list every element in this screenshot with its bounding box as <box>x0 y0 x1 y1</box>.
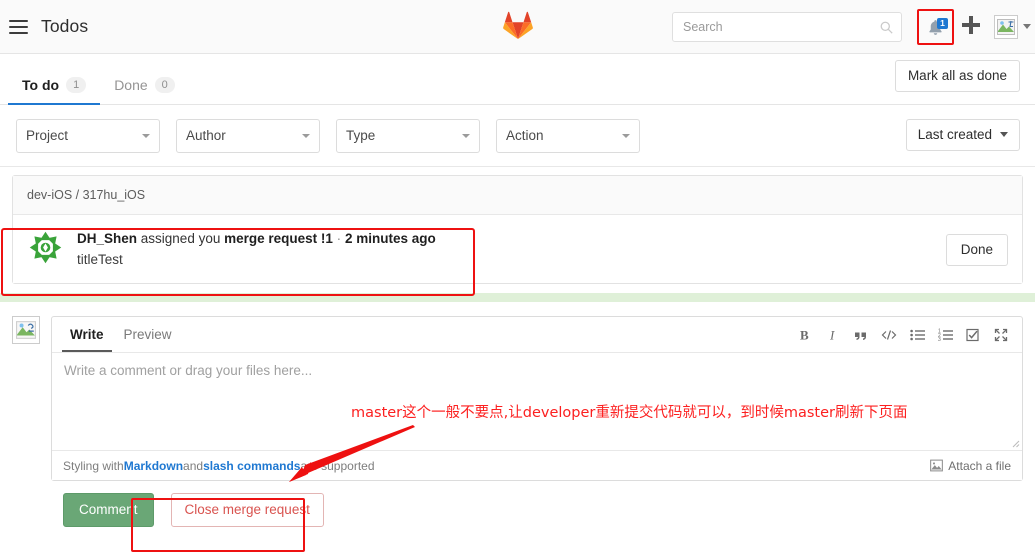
sort-order-button[interactable]: Last created <box>905 119 1020 151</box>
comment-form: Write Preview B I 1 2 3 Write a comment … <box>0 302 1035 481</box>
chevron-down-icon <box>302 133 310 138</box>
svg-text:I: I <box>829 328 835 342</box>
filter-action-select[interactable]: Action <box>496 118 640 153</box>
notification-count-badge: 1 <box>937 18 948 29</box>
slash-commands-link[interactable]: slash commands <box>203 459 300 473</box>
chevron-down-icon <box>622 133 630 138</box>
comment-editor-header: Write Preview B I 1 2 3 <box>52 317 1022 353</box>
comment-button[interactable]: Comment <box>63 493 154 527</box>
todo-item-title[interactable]: titleTest <box>77 250 946 270</box>
comment-editor: Write Preview B I 1 2 3 Write a comment … <box>51 316 1023 481</box>
user-avatar[interactable] <box>994 15 1018 39</box>
quote-icon[interactable] <box>853 327 869 343</box>
filter-project-label: Project <box>26 128 69 143</box>
comment-editor-footer: Styling with Markdown and slash commands… <box>52 450 1022 480</box>
todo-group-header: dev-iOS / 317hu_iOS <box>13 176 1022 215</box>
todo-author[interactable]: DH_Shen <box>77 231 137 246</box>
search-input[interactable] <box>681 19 880 35</box>
success-divider <box>0 293 1035 302</box>
chevron-down-icon <box>142 133 150 138</box>
filter-type-select[interactable]: Type <box>336 118 480 153</box>
textarea-resize-handle[interactable] <box>1008 436 1020 448</box>
broken-image-avatar-icon <box>997 19 1015 35</box>
identicon-avatar <box>27 229 64 266</box>
markdown-link[interactable]: Markdown <box>124 459 183 473</box>
comment-actions: Comment Close merge request <box>0 481 1035 527</box>
code-icon[interactable] <box>881 327 897 343</box>
numbered-list-icon[interactable]: 1 2 3 <box>937 327 953 343</box>
markdown-help-suffix: are supported <box>300 458 375 473</box>
tab-done-count: 0 <box>154 77 175 93</box>
todo-target[interactable]: merge request !1 <box>224 231 333 246</box>
todos-page: Todos 1 <box>0 0 1035 552</box>
todo-item[interactable]: DH_Shen assigned you merge request !1 · … <box>13 215 1022 283</box>
svg-text:3: 3 <box>938 337 941 342</box>
tab-todo-label: To do <box>22 77 60 93</box>
svg-text:B: B <box>800 328 809 342</box>
bold-icon[interactable]: B <box>797 327 813 343</box>
broken-image-avatar-icon <box>16 321 36 339</box>
comment-placeholder: Write a comment or drag your files here.… <box>64 363 313 378</box>
todo-item-body: DH_Shen assigned you merge request !1 · … <box>77 228 946 270</box>
todo-item-summary: DH_Shen assigned you merge request !1 · … <box>77 229 946 248</box>
close-merge-request-button[interactable]: Close merge request <box>170 493 324 527</box>
attach-a-file-label: Attach a file <box>948 458 1011 473</box>
notifications-button[interactable]: 1 <box>922 14 949 41</box>
todo-timestamp: 2 minutes ago <box>344 231 436 246</box>
filter-author-label: Author <box>186 128 226 143</box>
tab-write-label: Write <box>70 326 104 342</box>
tab-todo-count: 1 <box>66 77 87 93</box>
chevron-down-icon <box>462 133 470 138</box>
tab-preview-label: Preview <box>123 326 172 342</box>
todo-group: dev-iOS / 317hu_iOS DH_Shen assigned you… <box>12 175 1023 284</box>
fullscreen-icon[interactable] <box>993 327 1009 343</box>
tab-done-label: Done <box>114 77 148 93</box>
chevron-down-icon <box>1000 132 1008 137</box>
comment-textarea[interactable]: Write a comment or drag your files here.… <box>52 353 1022 450</box>
attach-a-file-button[interactable]: Attach a file <box>930 459 1011 473</box>
markdown-help-prefix: Styling with <box>63 458 124 473</box>
filter-action-label: Action <box>506 128 544 143</box>
filter-author-select[interactable]: Author <box>176 118 320 153</box>
tab-write[interactable]: Write <box>60 319 114 352</box>
plus-icon[interactable] <box>962 16 980 34</box>
todo-done-button[interactable]: Done <box>945 234 1008 266</box>
todo-action: assigned you <box>140 231 221 246</box>
tab-todo[interactable]: To do 1 <box>8 77 101 105</box>
tab-preview[interactable]: Preview <box>114 319 182 351</box>
filter-bar: Project Author Type Action Last created <box>0 105 1035 167</box>
gitlab-tanuki-logo[interactable] <box>503 9 533 41</box>
hamburger-menu-icon[interactable] <box>5 14 31 40</box>
top-navbar: Todos 1 <box>0 0 1035 54</box>
user-menu-chevron-down-icon[interactable] <box>1023 24 1031 29</box>
image-file-icon <box>930 459 944 472</box>
task-list-icon[interactable] <box>965 327 981 343</box>
filter-type-label: Type <box>346 128 376 143</box>
todos-tabs: To do 1 Done 0 Mark all as done <box>0 54 1035 105</box>
page-title: Todos <box>41 16 89 36</box>
filter-project-select[interactable]: Project <box>16 118 160 153</box>
bulleted-list-icon[interactable] <box>909 327 925 343</box>
comment-author-avatar <box>12 316 40 344</box>
mark-all-as-done-button[interactable]: Mark all as done <box>894 60 1020 92</box>
markdown-toolbar: B I 1 2 3 <box>797 327 1013 343</box>
markdown-help-middle: and <box>183 458 204 473</box>
italic-icon[interactable]: I <box>825 327 841 343</box>
tab-done[interactable]: Done 0 <box>100 77 189 104</box>
search-box[interactable] <box>672 12 902 42</box>
sort-order-label: Last created <box>917 127 992 142</box>
search-icon <box>880 21 893 34</box>
